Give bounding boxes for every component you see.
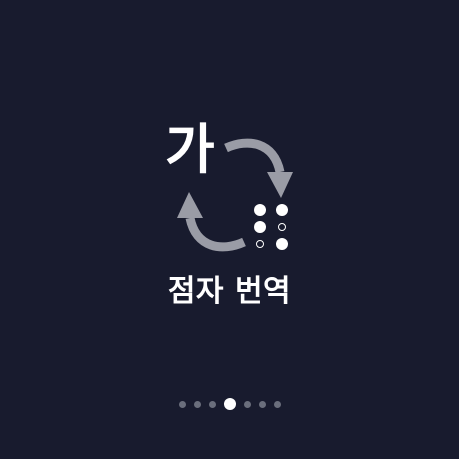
braille-dot-6 [276,238,288,250]
braille-dot-5 [278,223,286,231]
onboarding-screen: 가 점자 번역 [0,0,459,459]
curved-arrow-up-icon [177,192,246,252]
braille-dot-4 [276,204,288,216]
braille-cell-icon [254,204,298,258]
braille-translation-illustration: 가 [150,120,310,265]
hangul-character: 가 [165,118,215,181]
braille-dot-3 [256,240,264,248]
page-dot-6[interactable] [258,400,266,408]
braille-dot-1 [254,204,266,216]
page-dot-3[interactable] [208,400,216,408]
page-dot-4[interactable] [223,398,236,410]
page-indicator [0,396,459,412]
page-dot-1[interactable] [178,400,186,408]
page-dot-5[interactable] [243,400,251,408]
page-title: 점자 번역 [167,274,292,309]
braille-dot-2 [254,221,266,233]
page-dot-2[interactable] [193,400,201,408]
page-dot-7[interactable] [273,400,281,408]
